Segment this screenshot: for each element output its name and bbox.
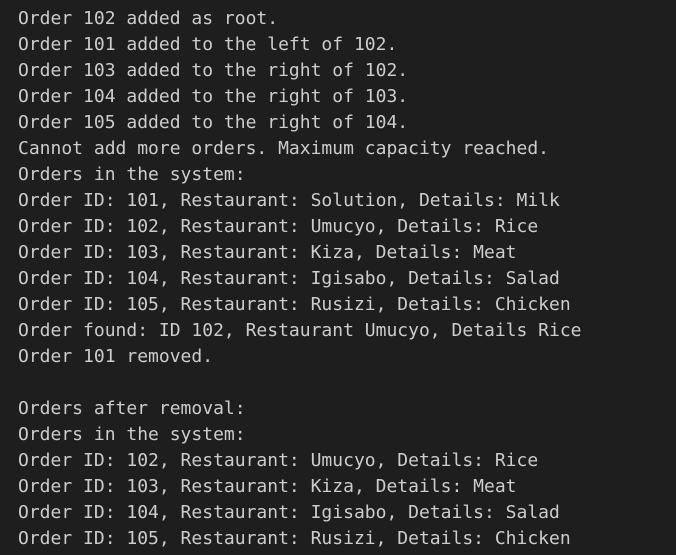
output-line: Order ID: 103, Restaurant: Kiza, Details… (18, 476, 517, 497)
output-line: Cannot add more orders. Maximum capacity… (18, 138, 550, 159)
output-line: Order 104 added to the right of 103. (18, 86, 409, 107)
output-line: Order 101 removed. (18, 346, 214, 367)
output-lines: Order 102 added as root. Order 101 added… (18, 6, 676, 552)
output-line: Order 103 added to the right of 102. (18, 60, 409, 81)
output-line: Order ID: 102, Restaurant: Umucyo, Detai… (18, 216, 539, 237)
output-line: Order ID: 101, Restaurant: Solution, Det… (18, 190, 560, 211)
cut-off-previous-line (0, 0, 676, 4)
output-line: Order 102 added as root. (18, 8, 279, 29)
output-line: Order 101 added to the left of 102. (18, 34, 398, 55)
output-line: Order found: ID 102, Restaurant Umucyo, … (18, 320, 582, 341)
output-line: Orders in the system: (18, 424, 246, 445)
output-line: Order ID: 102, Restaurant: Umucyo, Detai… (18, 450, 539, 471)
output-line: Order ID: 104, Restaurant: Igisabo, Deta… (18, 268, 560, 289)
output-line: Order ID: 105, Restaurant: Rusizi, Detai… (18, 294, 571, 315)
terminal-output[interactable]: Order 102 added as root. Order 101 added… (0, 0, 676, 555)
output-line-blank (18, 370, 676, 396)
output-line: Orders after removal: (18, 398, 246, 419)
output-line: Order ID: 105, Restaurant: Rusizi, Detai… (18, 528, 571, 549)
output-line: Order 105 added to the right of 104. (18, 112, 409, 133)
output-line: Order ID: 104, Restaurant: Igisabo, Deta… (18, 502, 560, 523)
output-line: Orders in the system: (18, 164, 246, 185)
output-line: Order ID: 103, Restaurant: Kiza, Details… (18, 242, 517, 263)
